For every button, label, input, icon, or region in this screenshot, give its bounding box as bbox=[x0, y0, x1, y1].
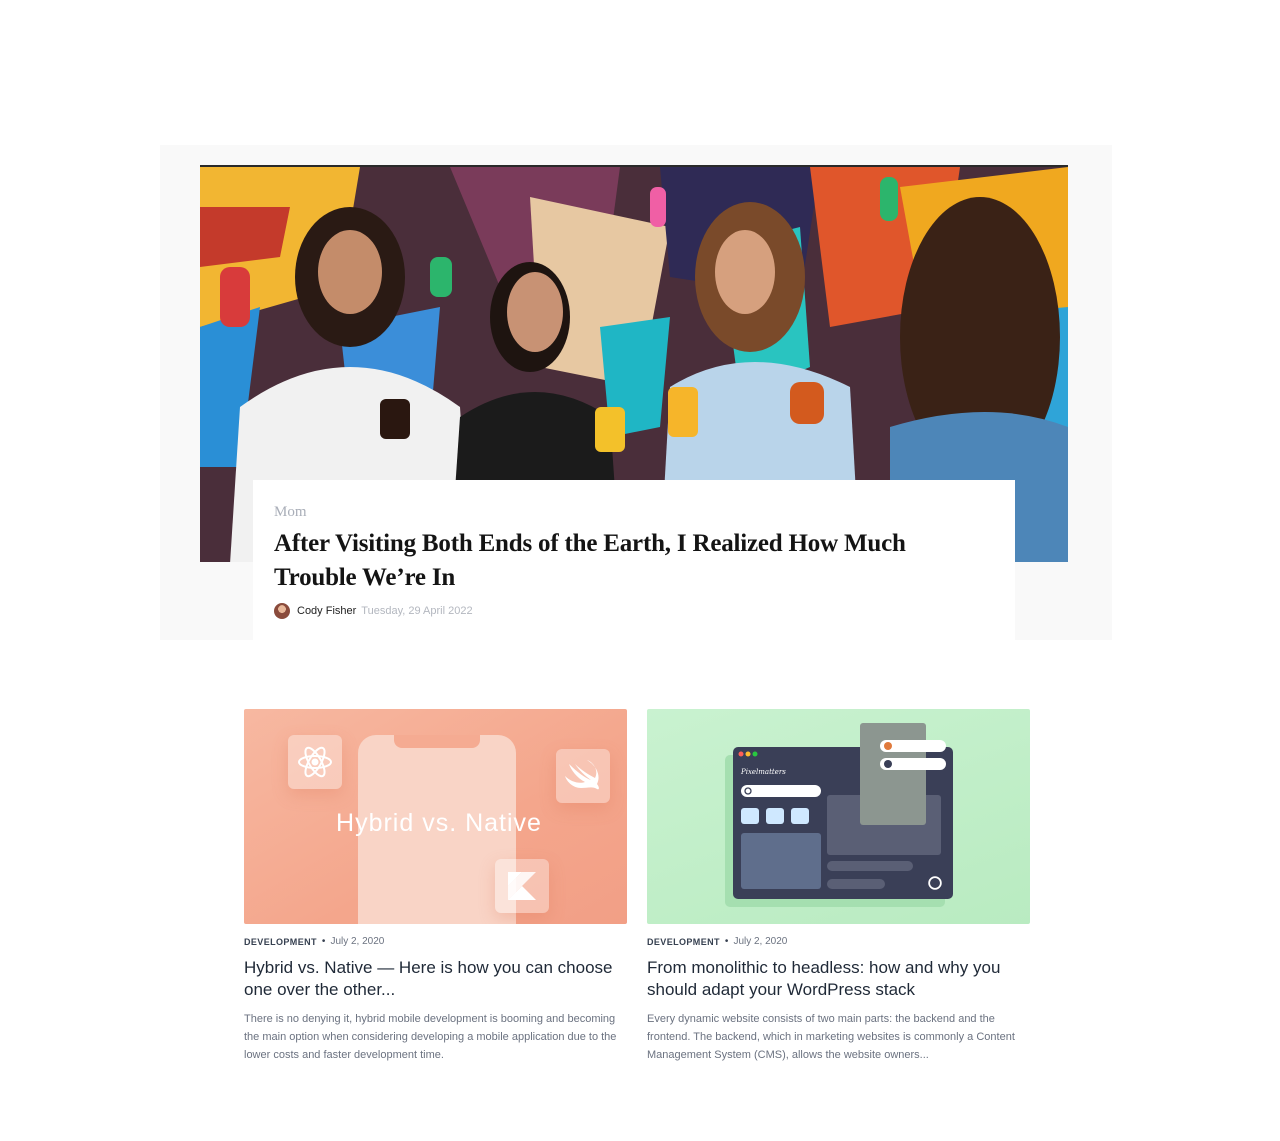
meta-separator: • bbox=[724, 936, 729, 947]
post-title[interactable]: Hybrid vs. Native — Here is how you can … bbox=[244, 957, 614, 1001]
post-date: July 2, 2020 bbox=[330, 936, 385, 947]
user-icon bbox=[880, 758, 946, 770]
featured-meta: Cody Fisher Tuesday, 29 April 2022 bbox=[274, 603, 473, 619]
post-meta: DEVELOPMENT • July 2, 2020 bbox=[647, 936, 1030, 947]
post-card[interactable]: Pixelmatters DEVELOPMENT • July 2, 2020 … bbox=[647, 709, 1030, 1064]
author-avatar bbox=[274, 603, 290, 619]
wordpress-icon bbox=[929, 877, 941, 889]
thumbnail-title: Hybrid vs. Native bbox=[336, 809, 542, 837]
featured-author[interactable]: Cody Fisher bbox=[297, 605, 356, 617]
post-category[interactable]: DEVELOPMENT bbox=[244, 937, 317, 947]
post-title[interactable]: From monolithic to headless: how and why… bbox=[647, 957, 1017, 1001]
post-excerpt: Every dynamic website consists of two ma… bbox=[647, 1013, 1015, 1061]
post-excerpt: There is no denying it, hybrid mobile de… bbox=[244, 1013, 617, 1061]
featured-title[interactable]: After Visiting Both Ends of the Earth, I… bbox=[274, 527, 964, 595]
swift-icon bbox=[556, 749, 610, 803]
post-date: July 2, 2020 bbox=[733, 936, 788, 947]
post-thumbnail[interactable]: Hybrid vs. Native bbox=[244, 709, 627, 924]
featured-article-card[interactable]: Mom After Visiting Both Ends of the Eart… bbox=[160, 145, 1112, 640]
post-meta: DEVELOPMENT • July 2, 2020 bbox=[244, 936, 627, 947]
post-card[interactable]: Hybrid vs. Native DEVELOPMENT • July 2, … bbox=[244, 709, 627, 1064]
kotlin-icon bbox=[495, 859, 549, 913]
featured-caption: Mom After Visiting Both Ends of the Eart… bbox=[253, 480, 1015, 640]
featured-category[interactable]: Mom bbox=[274, 504, 307, 521]
meta-separator: • bbox=[321, 936, 326, 947]
post-thumbnail[interactable]: Pixelmatters bbox=[647, 709, 1030, 924]
react-icon bbox=[288, 735, 342, 789]
brand-label: Pixelmatters bbox=[741, 768, 786, 776]
featured-date: Tuesday, 29 April 2022 bbox=[361, 605, 473, 617]
phone-notch bbox=[394, 735, 480, 748]
user-icon bbox=[880, 740, 946, 752]
side-panel-illustration bbox=[860, 723, 926, 825]
post-category[interactable]: DEVELOPMENT bbox=[647, 937, 720, 947]
